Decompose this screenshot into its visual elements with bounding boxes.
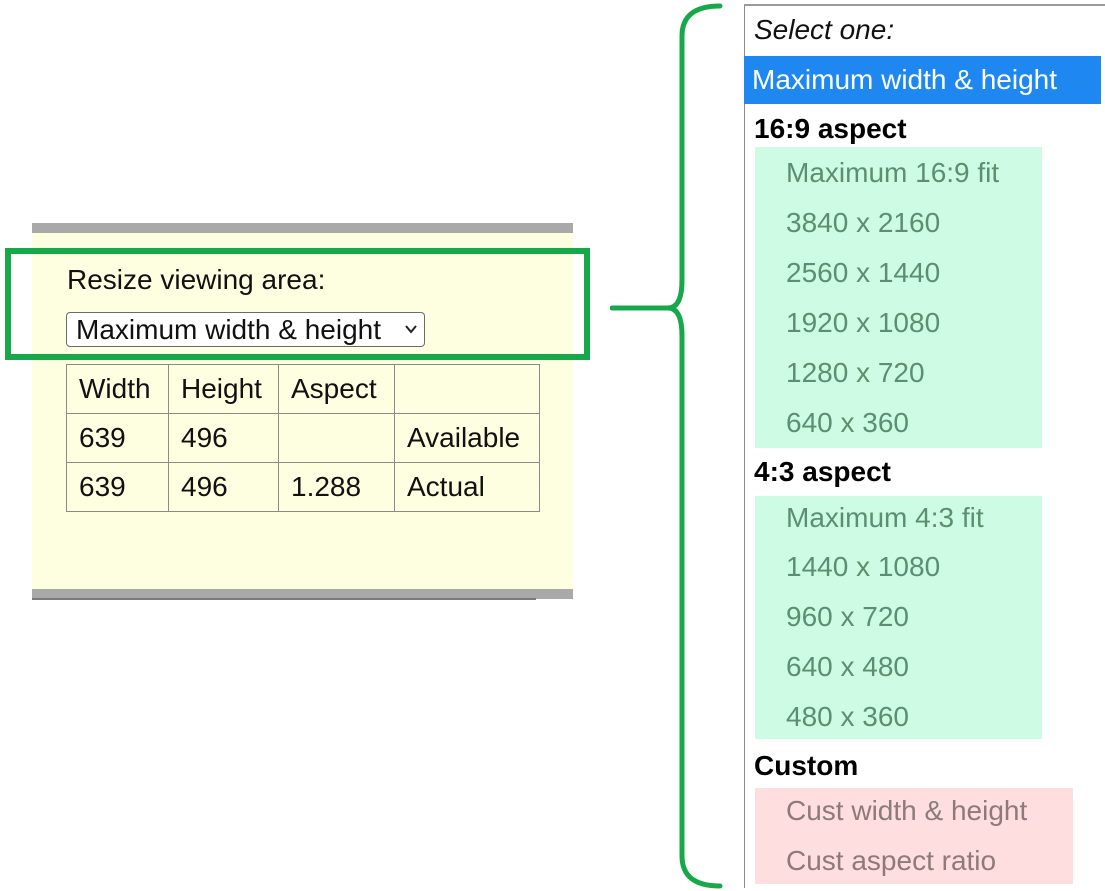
dropdown-option[interactable]: Cust width & height: [786, 795, 1027, 827]
curly-brace-icon: [610, 3, 723, 889]
table-cell: 496: [168, 462, 279, 512]
dropdown-option[interactable]: 3840 x 2160: [786, 207, 940, 239]
table-cell: 496: [168, 413, 279, 463]
dropdown-option[interactable]: 960 x 720: [786, 601, 909, 633]
table-row: 639 496 Available: [66, 413, 540, 463]
dropdown-option[interactable]: 1920 x 1080: [786, 307, 940, 339]
group-label-16-9: 16:9 aspect: [754, 113, 907, 144]
table-row: 639 496 1.288 Actual: [66, 462, 540, 512]
table-cell: [278, 413, 395, 463]
dropdown-option[interactable]: 640 x 480: [786, 651, 909, 683]
dropdown-option[interactable]: 640 x 360: [786, 407, 909, 439]
table-cell: Available: [394, 413, 540, 463]
table-cell: Actual: [394, 462, 540, 512]
table-cell: 639: [66, 413, 169, 463]
dropdown-prompt: Select one:: [754, 14, 895, 45]
table-cell: Aspect: [278, 364, 395, 414]
dropdown-option-selected-label[interactable]: Maximum width & height: [752, 64, 1057, 96]
group-label-4-3: 4:3 aspect: [754, 456, 891, 487]
group-16-9-background: [755, 147, 1042, 448]
table-cell: 1.288: [278, 462, 395, 512]
dropdown-option[interactable]: 1280 x 720: [786, 357, 925, 389]
table-cell: [394, 364, 540, 414]
panel-top-border: [32, 223, 573, 233]
dropdown-option[interactable]: 480 x 360: [786, 701, 909, 733]
table-cell: Width: [66, 364, 169, 414]
dropdown-top-border: [744, 4, 1105, 6]
dropdown-option[interactable]: Maximum 4:3 fit: [786, 502, 984, 534]
table-cell: Height: [168, 364, 279, 414]
group-label-custom: Custom: [754, 750, 859, 781]
dropdown-option[interactable]: 2560 x 1440: [786, 257, 940, 289]
dimensions-table: Width Height Aspect 639 496 Available 63…: [66, 364, 540, 512]
table-cell: 639: [66, 462, 169, 512]
highlight-frame: [5, 248, 590, 360]
table-row: Width Height Aspect: [66, 364, 540, 414]
dropdown-option[interactable]: 1440 x 1080: [786, 551, 940, 583]
dropdown-option[interactable]: Maximum 16:9 fit: [786, 157, 999, 189]
dropdown-option[interactable]: Cust aspect ratio: [786, 845, 996, 877]
panel-bottom-line: [32, 598, 536, 600]
